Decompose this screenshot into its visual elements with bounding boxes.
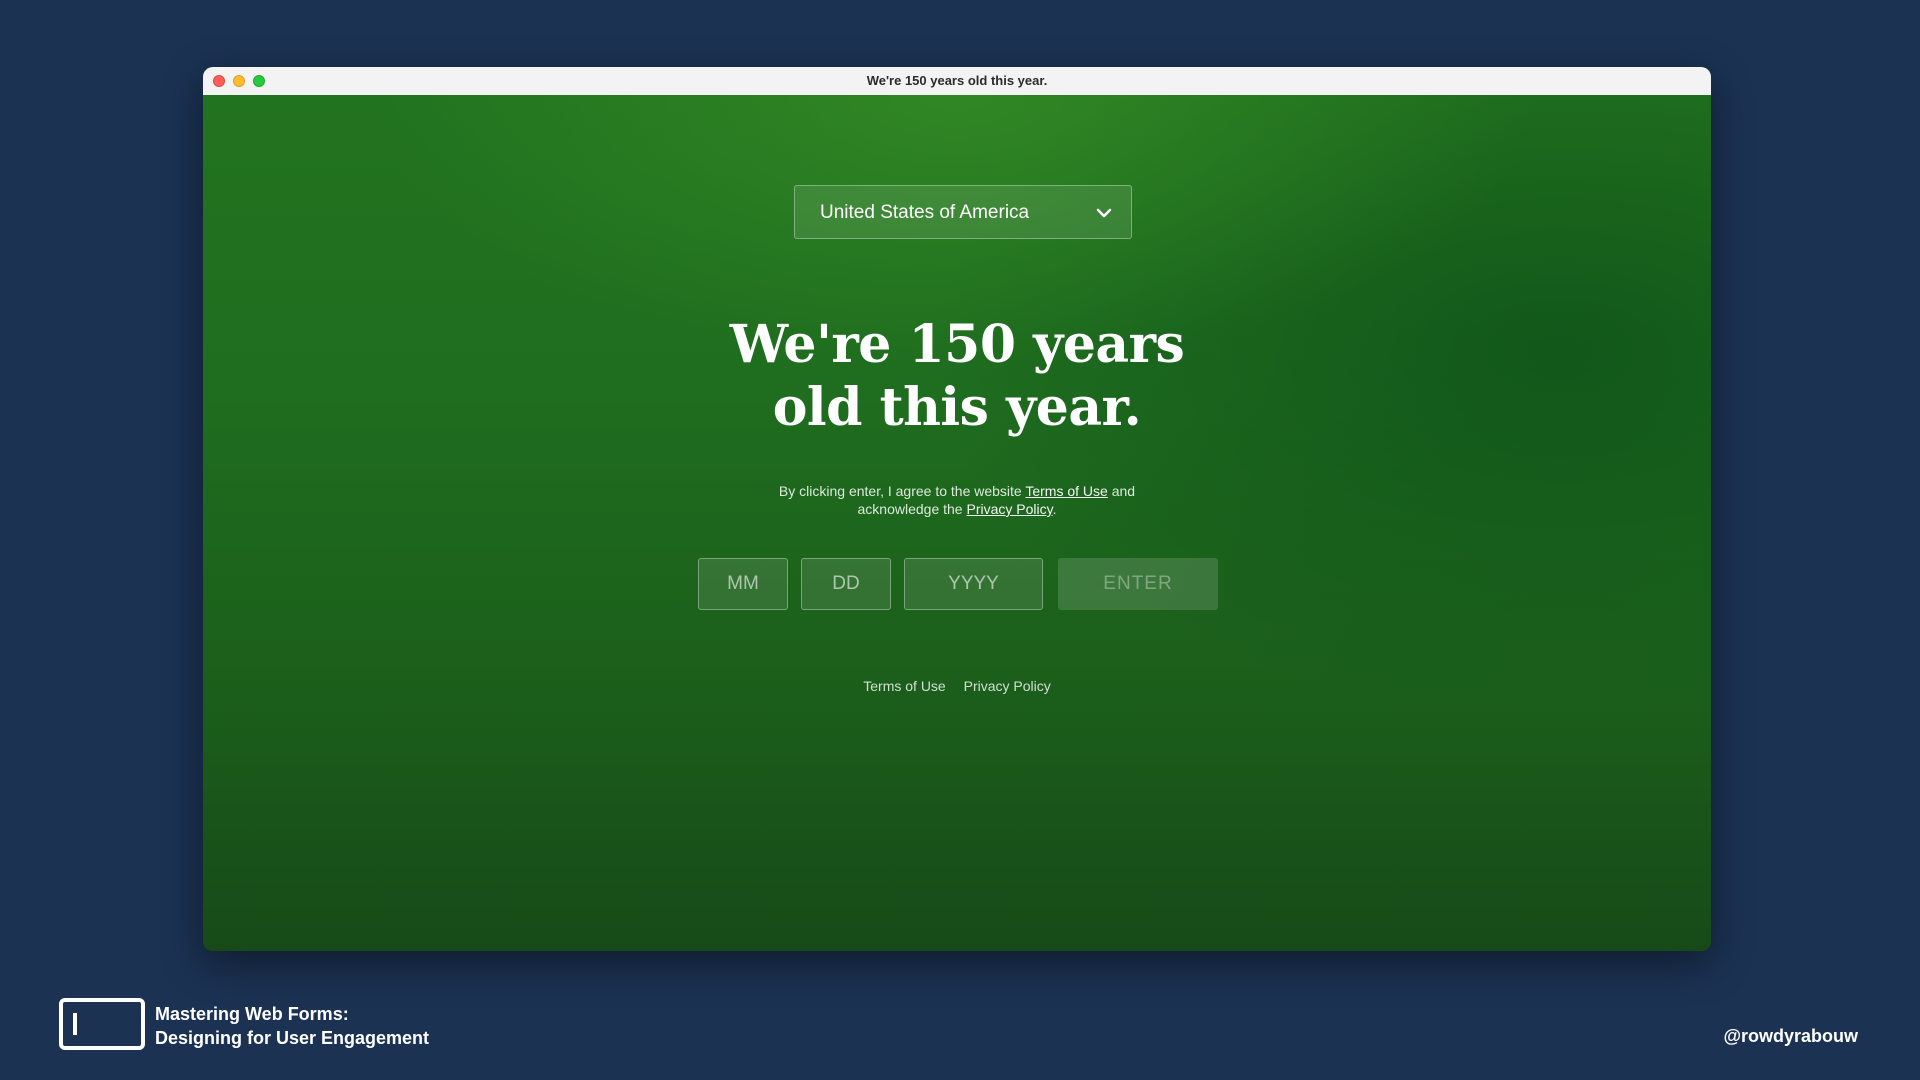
title-bar: We're 150 years old this year. (203, 67, 1711, 96)
consent-text: By clicking enter, I agree to the websit… (203, 482, 1711, 518)
footer-links: Terms of Use Privacy Policy (203, 678, 1711, 694)
footer-terms-link[interactable]: Terms of Use (863, 678, 945, 694)
form-field-logo-icon (59, 998, 145, 1050)
country-select-value: United States of America (820, 202, 1030, 223)
country-select[interactable]: United States of America (794, 185, 1132, 239)
slide-title-line-2: Designing for User Engagement (155, 1028, 430, 1048)
year-input[interactable] (904, 558, 1043, 610)
consent-middle: and (1107, 483, 1136, 499)
window-title: We're 150 years old this year. (866, 73, 1048, 88)
day-input[interactable] (801, 558, 891, 610)
chevron-down-icon (1096, 208, 1112, 218)
enter-button[interactable]: ENTER (1058, 558, 1218, 610)
consent-suffix: . (1052, 501, 1057, 517)
consent-prefix: By clicking enter, I agree to the websit… (778, 483, 1026, 499)
footer-privacy-link[interactable]: Privacy Policy (964, 678, 1051, 694)
slide-title: Mastering Web Forms: Designing for User … (155, 1002, 485, 1050)
headline-line-2: old this year. (772, 377, 1142, 438)
speaker-handle: @rowdyrabouw (1723, 1026, 1858, 1046)
text-cursor-icon (73, 1013, 77, 1035)
browser-window: We're 150 years old this year. United St… (203, 67, 1711, 951)
age-gate-page: United States of America We're 150 years… (203, 95, 1711, 951)
consent-privacy-link[interactable]: Privacy Policy (966, 501, 1052, 517)
page-headline: We're 150 years old this year. (203, 313, 1711, 439)
slide-title-line-1: Mastering Web Forms: (155, 1004, 349, 1024)
consent-line-1: By clicking enter, I agree to the websit… (203, 482, 1711, 500)
consent-line-2: acknowledge the Privacy Policy. (203, 500, 1711, 518)
month-input[interactable] (698, 558, 788, 610)
consent-terms-link[interactable]: Terms of Use (1025, 483, 1107, 499)
headline-line-1: We're 150 years (729, 314, 1185, 375)
consent-line2-prefix: acknowledge the (857, 501, 967, 517)
